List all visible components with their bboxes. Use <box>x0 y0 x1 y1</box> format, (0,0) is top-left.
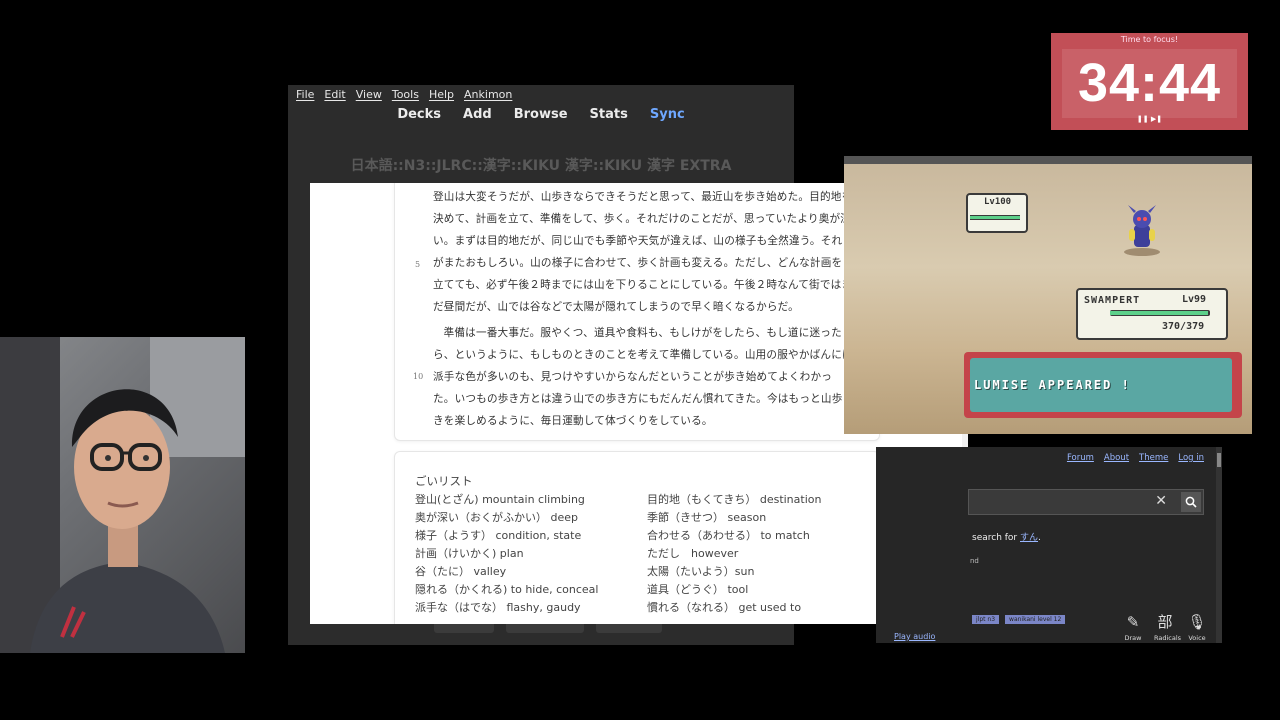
voice-label: Voice <box>1188 634 1206 642</box>
draw-label: Draw <box>1124 634 1142 642</box>
battle-dialog-inner: LUMISE APPEARED ! <box>970 358 1232 412</box>
vocab-item: 太陽（たいよう）sun <box>647 565 755 578</box>
result-suffix: . <box>1038 533 1041 543</box>
line-number: 10 <box>413 372 424 381</box>
vocab-item: 谷（たに） valley <box>415 565 507 578</box>
microphone-icon: 🎙 <box>1187 613 1207 631</box>
nav-about[interactable]: About <box>1104 453 1129 463</box>
dictionary-panel: Forum About Theme Log in ✕ search for すん… <box>876 447 1222 643</box>
vocab-item: 季節（きせつ） season <box>647 511 767 524</box>
vocab-item: 奥が深い（おくがふかい） deep <box>415 511 578 524</box>
menu-tools[interactable]: Tools <box>392 88 419 105</box>
menu-help[interactable]: Help <box>429 88 454 105</box>
result-keyword[interactable]: すん <box>1020 533 1038 543</box>
enemy-status-box: Lv100 <box>966 193 1028 233</box>
input-tools: ✎ Draw 部 Radicals 🎙 Voice <box>1122 613 1208 642</box>
dictionary-search-input[interactable]: ✕ <box>968 489 1204 515</box>
vocab-item: 計画（けいかく) plan <box>415 547 524 560</box>
player-status-box: SWAMPERT Lv99 370/379 <box>1076 288 1228 340</box>
enemy-hp-fill <box>970 216 1020 219</box>
nav-theme[interactable]: Theme <box>1139 453 1168 463</box>
dictionary-nav: Forum About Theme Log in <box>1067 453 1204 463</box>
enemy-sprite <box>1124 205 1160 256</box>
scrollbar-thumb[interactable] <box>1217 453 1221 467</box>
play-audio-link[interactable]: Play audio <box>894 632 935 641</box>
vocab-item: 合わせる（あわせる） to match <box>647 529 810 542</box>
voice-tool[interactable]: 🎙 Voice <box>1186 613 1208 642</box>
toolbar-sync[interactable]: Sync <box>650 107 685 122</box>
passage-card: 1 5 10 登山は大変そうだが、山歩きならできそうだと思って、最近山を歩き始め… <box>394 183 880 441</box>
timer-time: 34:44 <box>1077 53 1222 113</box>
menu-ankimon[interactable]: Ankimon <box>464 88 512 105</box>
draw-tool[interactable]: ✎ Draw <box>1122 613 1144 642</box>
streamer-image <box>0 337 245 653</box>
toolbar-stats[interactable]: Stats <box>590 107 628 122</box>
vocab-column-left: 登山(とざん) mountain climbing 奥が深い（おくがふかい） d… <box>415 491 598 617</box>
partial-text: nd <box>970 557 979 565</box>
vocab-item: 慣れる（なれる） get used to <box>647 601 802 614</box>
tag-wanikani: wanikani level 12 <box>1005 615 1066 624</box>
nav-login[interactable]: Log in <box>1178 453 1204 463</box>
toolbar-add[interactable]: Add <box>463 107 492 122</box>
paragraph-1: 登山は大変そうだが、山歩きならできそうだと思って、最近山を歩き始めた。目的地を決… <box>433 191 853 313</box>
result-prefix: search for <box>972 533 1020 543</box>
vocab-column-right: 目的地（もくてきち） destination 季節（きせつ） season 合わ… <box>647 491 821 617</box>
vocab-item: 目的地（もくてきち） destination <box>647 493 822 506</box>
player-hp-text: 370/379 <box>1162 321 1205 332</box>
battle-dialog: LUMISE APPEARED ! <box>964 352 1242 418</box>
toolbar-browse[interactable]: Browse <box>514 107 568 122</box>
vocab-item: 隠れる（かくれる) to hide, conceal <box>415 583 599 596</box>
paragraph-2: 準備は一番大事だ。服やくつ、道具や食料も、もしけがをしたら、もし道に迷ったら、と… <box>433 327 853 427</box>
timer-label: Time to focus! <box>1120 35 1179 44</box>
anki-menubar: File Edit View Tools Help Ankimon <box>288 85 794 105</box>
webcam-feed <box>0 337 245 653</box>
close-icon[interactable]: ✕ <box>1155 493 1167 509</box>
player-hp-fill <box>1110 311 1208 315</box>
radicals-label: Radicals <box>1154 634 1182 642</box>
vocab-item: 派手な（はでな） flashy, gaudy <box>415 601 581 614</box>
battle-dialog-text: LUMISE APPEARED ! <box>974 378 1131 392</box>
vocab-list-card: ごいリスト 登山(とざん) mountain climbing 奥が深い（おくが… <box>394 451 880 624</box>
search-result-text: search for すん. <box>972 530 1041 543</box>
player-name: SWAMPERT <box>1084 295 1141 306</box>
enemy-hp-bar <box>970 215 1020 220</box>
radicals-tool[interactable]: 部 Radicals <box>1154 613 1182 642</box>
nav-forum[interactable]: Forum <box>1067 453 1094 463</box>
enemy-level: Lv100 <box>984 197 1012 207</box>
line-number: 5 <box>415 260 421 269</box>
deck-title: 日本語::N3::JLRC::漢字::KIKU 漢字::KIKU 漢字 EXTR… <box>350 158 732 174</box>
vocab-item: 登山(とざん) mountain climbing <box>415 493 585 506</box>
menu-file[interactable]: File <box>296 88 314 105</box>
focus-timer: Time to focus! 34:44 ❚❚ ▶❚ <box>1051 33 1248 130</box>
anki-toolbar: Decks Add Browse Stats Sync <box>288 107 794 122</box>
pencil-icon: ✎ <box>1126 613 1140 631</box>
player-hp-bar <box>1110 310 1210 316</box>
vocab-item: 様子（ようす） condition, state <box>415 529 582 542</box>
toolbar-decks[interactable]: Decks <box>397 107 441 122</box>
search-button[interactable] <box>1181 492 1201 512</box>
game-window-bar <box>844 156 1252 164</box>
menu-edit[interactable]: Edit <box>324 88 345 105</box>
vocab-list-title: ごいリスト <box>415 474 473 488</box>
vocab-item: 道具（どうぐ） tool <box>647 583 749 596</box>
tag-list: jlpt n3 wanikani level 12 <box>972 615 1066 624</box>
search-icon <box>1185 496 1197 508</box>
timer-controls[interactable]: ❚❚ ▶❚ <box>1051 115 1248 123</box>
tag-jlpt: jlpt n3 <box>972 615 1000 624</box>
vocab-item: ただし however <box>647 547 739 560</box>
menu-view[interactable]: View <box>356 88 382 105</box>
passage-text: 登山は大変そうだが、山歩きならできそうだと思って、最近山を歩き始めた。目的地を決… <box>433 186 853 432</box>
player-level: Lv99 <box>1182 294 1207 305</box>
radical-icon: 部 <box>1157 613 1173 631</box>
dictionary-scrollbar[interactable] <box>1216 447 1222 643</box>
